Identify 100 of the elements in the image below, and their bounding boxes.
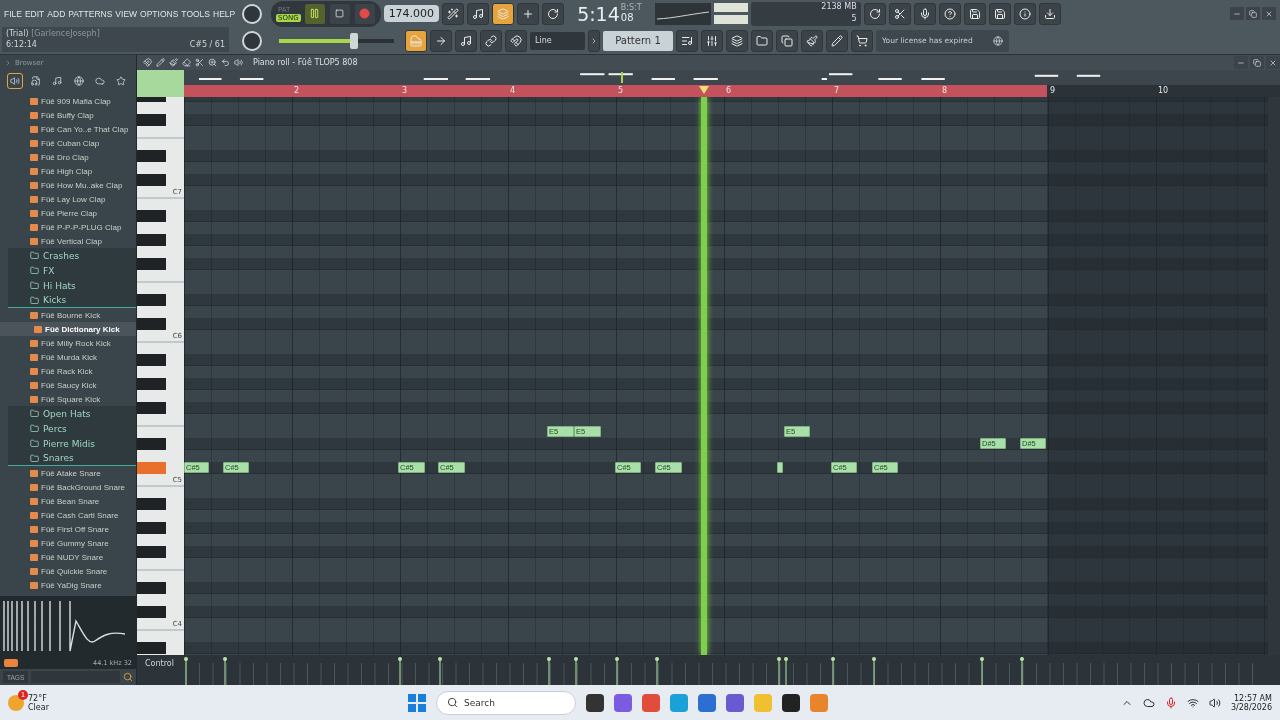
toolbar-button[interactable]: [988, 2, 1011, 25]
music-icon: [472, 7, 485, 20]
toolbar-button[interactable]: [467, 2, 490, 25]
microphone-icon: [918, 7, 931, 20]
star-icon: [116, 76, 127, 86]
play-button[interactable]: [303, 2, 326, 25]
info-button[interactable]: [1013, 2, 1036, 25]
browser-file-item[interactable]: Fûê Lay Low Clap: [0, 192, 136, 206]
knob[interactable]: [242, 3, 262, 24]
cpu-panel: 2138 MB 5: [750, 1, 861, 26]
toolbar-button[interactable]: [888, 2, 911, 25]
browser-file-item[interactable]: Fûê Milly Rock Kick: [0, 336, 136, 350]
restore-button[interactable]: [1250, 56, 1264, 69]
save-button[interactable]: [963, 2, 986, 25]
restore-button[interactable]: [1246, 7, 1260, 20]
close-button[interactable]: [1266, 56, 1280, 69]
menu-item[interactable]: ADD: [47, 8, 66, 19]
taskbar-app-icon[interactable]: [782, 693, 800, 712]
playlist-icon: [681, 34, 693, 47]
menu-item[interactable]: OPTIONS: [140, 8, 179, 19]
toolbar-button[interactable]: [863, 2, 886, 25]
menu-item[interactable]: TOOLS: [181, 8, 211, 19]
menu-item[interactable]: PATTERNS: [68, 8, 113, 19]
toolbar-button[interactable]: [542, 2, 565, 25]
browser-file-item[interactable]: Fûê Quickie Snare: [0, 564, 136, 578]
browser-folder-item[interactable]: Open Hats: [8, 406, 136, 421]
toolbar-button[interactable]: [480, 29, 502, 52]
browser-folder-item[interactable]: Kicks: [8, 293, 136, 308]
toolbar-button[interactable]: [455, 29, 477, 52]
browser-file-item[interactable]: Fûê Vertical Clap: [0, 234, 136, 248]
record-button[interactable]: [353, 2, 376, 25]
play-badge[interactable]: [4, 659, 18, 667]
toolbar-button[interactable]: [517, 2, 540, 25]
midi-note[interactable]: [777, 462, 783, 473]
knob[interactable]: [242, 30, 262, 51]
browser-file-item[interactable]: Fûê Dro Clap: [0, 150, 136, 164]
snap-dropdown[interactable]: Line: [530, 31, 585, 50]
pattern-selector[interactable]: Pattern 1: [603, 30, 673, 51]
menu-item[interactable]: HELP: [213, 8, 236, 19]
magnet-icon: [143, 58, 152, 67]
browser-file-item[interactable]: Fûê Pierre Clap: [0, 206, 136, 220]
stop-button[interactable]: [328, 2, 351, 25]
timeline-ruler[interactable]: 2 3 4 5 6 7 8 9 10: [184, 85, 1280, 97]
browser-file-item[interactable]: Fûê Rack Kick: [0, 364, 136, 378]
taskbar-app-icon[interactable]: [586, 693, 604, 712]
help-button[interactable]: [938, 2, 961, 25]
taskbar-search-field[interactable]: Search: [436, 690, 576, 715]
toolbar-button[interactable]: [801, 29, 823, 52]
browser-file-item[interactable]: Fûê Gummy Snare: [0, 536, 136, 550]
browser-file-item[interactable]: Fûê High Clap: [0, 164, 136, 178]
browser-file-item[interactable]: Fûê How Mu..ake Clap: [0, 178, 136, 192]
windows-start-icon[interactable]: [408, 693, 426, 712]
piano-roll-title: Piano roll - Fûê TLOP5 808: [253, 58, 358, 67]
download-button[interactable]: [1038, 2, 1061, 25]
weather-icon[interactable]: [8, 694, 24, 711]
toolbar-button[interactable]: [442, 2, 465, 25]
browser-file-item[interactable]: Fûê 909 Mafia Clap: [0, 94, 136, 108]
browser-file-item[interactable]: Fûê Dictionary Kick: [0, 322, 136, 336]
browser-folder-item[interactable]: Percs: [8, 421, 136, 436]
browser-folder-item[interactable]: FX: [8, 263, 136, 278]
browser-file-item[interactable]: Fûê Bourne Kick: [0, 308, 136, 322]
menu-item[interactable]: FILE: [4, 8, 22, 19]
browser-file-item[interactable]: Fûê Saucy Kick: [0, 378, 136, 392]
browser-file-item[interactable]: Fûê NUDY Snare: [0, 550, 136, 564]
toolbar-button[interactable]: [430, 29, 452, 52]
browser-file-item[interactable]: Fûê YaDig Snare: [0, 578, 136, 592]
toolbar-button[interactable]: [726, 29, 748, 52]
loop-icon: [547, 7, 560, 20]
browser-tab[interactable]: [6, 73, 23, 89]
browser-folder-item[interactable]: Snares: [8, 451, 136, 466]
toolbar-button[interactable]: [701, 29, 723, 52]
toolbar-button[interactable]: [505, 29, 527, 52]
browser-file-item[interactable]: Fûê Atake Snare: [0, 466, 136, 480]
browser-file-item[interactable]: Fûê P-P-P-PLUG Clap: [0, 220, 136, 234]
toolbar-button[interactable]: [826, 29, 848, 52]
browser-file-item[interactable]: Fûê Murda Kick: [0, 350, 136, 364]
cart-button[interactable]: [851, 29, 873, 52]
browser-file-item[interactable]: Fûê Buffy Clap: [0, 108, 136, 122]
toolbar-button[interactable]: [676, 29, 698, 52]
toolbar-button[interactable]: [405, 29, 427, 52]
tempo-field[interactable]: 174.000: [383, 5, 440, 22]
toolbar-button[interactable]: [776, 29, 798, 52]
toolbar-button[interactable]: [492, 2, 515, 25]
browser-folder-item[interactable]: Hi Hats: [8, 278, 136, 293]
browser-file-item[interactable]: Fûê Bean Snare: [0, 494, 136, 508]
browser-file-item[interactable]: Fûê BackGround Snare: [0, 480, 136, 494]
toolbar-button[interactable]: [751, 29, 773, 52]
browser-folder-item[interactable]: Crashes: [8, 248, 136, 263]
browser-file-item[interactable]: Fûê First Off Snare: [0, 522, 136, 536]
browser-file-item[interactable]: Fûê Cuban Clap: [0, 136, 136, 150]
browser-file-item[interactable]: Fûê Can Yo..e That Clap: [0, 122, 136, 136]
browser-file-item[interactable]: Fûê Cash Carti Snare: [0, 508, 136, 522]
toolbar-button[interactable]: [913, 2, 936, 25]
menu-item[interactable]: VIEW: [115, 8, 138, 19]
volume-thumb[interactable]: [349, 32, 358, 49]
menu-item[interactable]: EDIT: [24, 8, 45, 19]
close-button[interactable]: [1262, 7, 1276, 20]
search-icon: [123, 672, 133, 682]
browser-file-item[interactable]: Fûê Square Kick: [0, 392, 136, 406]
browser-folder-item[interactable]: Pierre Midis: [8, 436, 136, 451]
